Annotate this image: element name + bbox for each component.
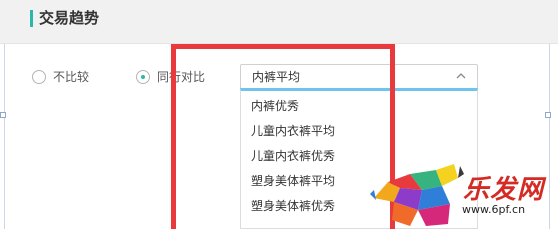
industry-select[interactable]: 内裤平均 xyxy=(240,64,478,89)
dropdown-option[interactable]: 塑身美体裤优秀 xyxy=(251,198,335,214)
section-header: 交易趋势 xyxy=(0,0,558,44)
watermark-brand: 乐发网 xyxy=(463,175,545,205)
resize-handle-left[interactable] xyxy=(0,112,6,118)
chevron-up-icon[interactable] xyxy=(454,69,468,83)
radio-dot xyxy=(141,74,145,79)
frame-line-left xyxy=(4,44,5,229)
radio-peer-compare[interactable]: 同行对比 xyxy=(136,68,205,85)
dropdown-option[interactable]: 塑身美体裤平均 xyxy=(251,173,335,189)
radio-button-selected-icon[interactable] xyxy=(136,69,150,84)
watermark-url: www.6pf.cn xyxy=(462,203,526,216)
radio-label: 不比较 xyxy=(53,70,90,84)
trade-trend-panel: 交易趋势 不比较 同行对比 内裤平均 内裤优秀 儿童内衣裤平均 儿童内衣裤优秀 … xyxy=(0,0,558,229)
dropdown-option[interactable]: 儿童内衣裤平均 xyxy=(251,123,335,139)
resize-handle-right[interactable] xyxy=(545,112,551,118)
select-value: 内裤平均 xyxy=(252,70,301,84)
radio-label: 同行对比 xyxy=(157,70,206,84)
header-accent-bar xyxy=(30,10,33,27)
dropdown-option[interactable]: 儿童内衣裤优秀 xyxy=(251,148,335,164)
dropdown-option[interactable]: 内裤优秀 xyxy=(251,98,299,114)
radio-button-icon[interactable] xyxy=(32,69,46,84)
radio-no-compare[interactable]: 不比较 xyxy=(32,68,89,85)
section-title: 交易趋势 xyxy=(39,9,100,27)
